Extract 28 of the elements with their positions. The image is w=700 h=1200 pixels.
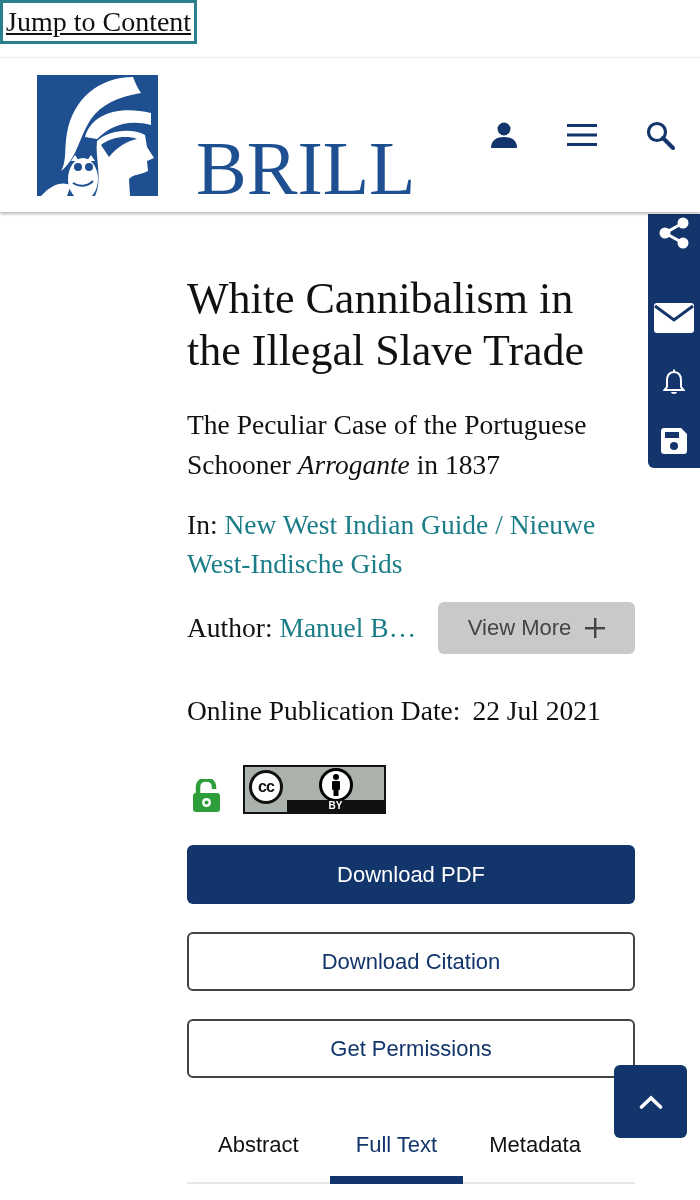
skip-link[interactable]: Jump to Content — [0, 0, 198, 44]
back-to-top-button[interactable] — [614, 1065, 687, 1138]
journal-source-line[interactable]: In: New West Indian Guide / Nieuwe West-Indische Gids — [187, 505, 635, 583]
author-link[interactable]: Manuel B… — [279, 612, 417, 643]
article-title: White Cannibalism in the Illegal Slave Trade — [187, 273, 586, 377]
logo-wordmark[interactable]: BRILL — [196, 129, 416, 206]
tab[interactable]: Metadata — [463, 1113, 607, 1184]
tab[interactable]: Full Text — [329, 1113, 464, 1184]
publication-date: 22 Jul 2021 — [472, 694, 601, 728]
email-icon[interactable] — [654, 303, 694, 333]
primary-action-button[interactable]: Download PDF — [187, 845, 635, 904]
share-icon[interactable] — [658, 217, 690, 249]
person-circle-icon — [319, 768, 353, 802]
cc-symbol: cc — [249, 770, 283, 804]
plus-icon — [585, 618, 606, 638]
view-more-button[interactable]: View More — [438, 602, 635, 654]
license-badge[interactable]: cc BY — [243, 765, 386, 814]
outline-action-button[interactable]: Download Citation — [187, 932, 635, 991]
save-icon[interactable] — [661, 428, 687, 454]
article-subtitle: The Peculiar Case of the Portuguese Schooner Arrogante in 1837 — [187, 408, 588, 482]
outline-action-button[interactable]: Get Permissions — [187, 1019, 635, 1078]
tab[interactable]: Abstract — [187, 1113, 330, 1184]
chevron-up-icon — [638, 1094, 663, 1109]
helmeted-head-logo-icon[interactable] — [37, 74, 158, 196]
author-label: Author: — [187, 612, 273, 643]
bell-icon[interactable] — [663, 369, 685, 395]
date-label: Online Publication Date: — [187, 694, 461, 728]
license-label: BY — [287, 800, 384, 812]
